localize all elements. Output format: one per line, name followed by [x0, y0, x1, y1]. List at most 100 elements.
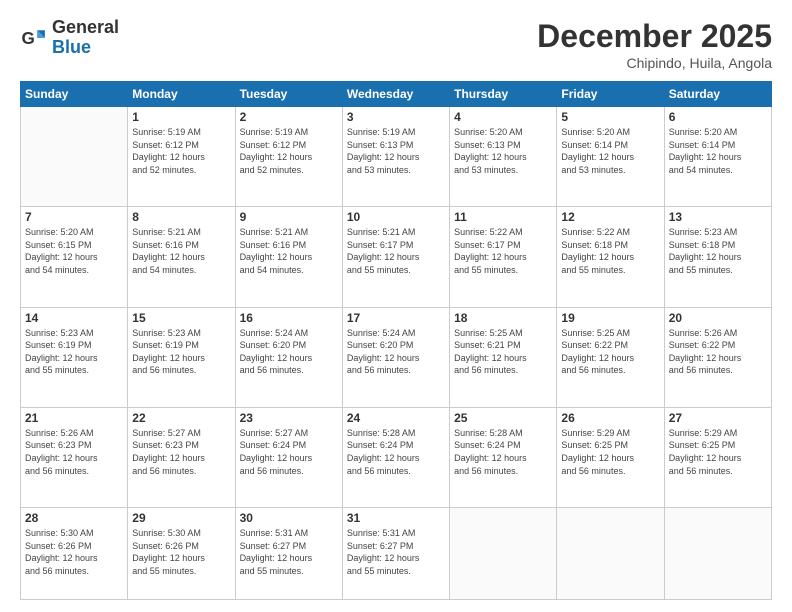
day-info: Sunrise: 5:30 AM Sunset: 6:26 PM Dayligh…	[132, 527, 230, 577]
week-row-1: 1 Sunrise: 5:19 AM Sunset: 6:12 PM Daylig…	[21, 107, 772, 207]
day-number: 7	[25, 210, 123, 224]
day-number: 4	[454, 110, 552, 124]
day-info: Sunrise: 5:31 AM Sunset: 6:27 PM Dayligh…	[347, 527, 445, 577]
day-info: Sunrise: 5:21 AM Sunset: 6:17 PM Dayligh…	[347, 226, 445, 276]
day-cell: 21 Sunrise: 5:26 AM Sunset: 6:23 PM Dayli…	[21, 407, 128, 507]
day-number: 19	[561, 311, 659, 325]
logo-icon: G	[20, 24, 48, 52]
day-number: 21	[25, 411, 123, 425]
day-cell: 3 Sunrise: 5:19 AM Sunset: 6:13 PM Daylig…	[342, 107, 449, 207]
day-info: Sunrise: 5:20 AM Sunset: 6:15 PM Dayligh…	[25, 226, 123, 276]
day-cell: 7 Sunrise: 5:20 AM Sunset: 6:15 PM Daylig…	[21, 207, 128, 307]
day-number: 29	[132, 511, 230, 525]
logo-blue: Blue	[52, 37, 91, 57]
day-cell: 11Sunrise: 5:22 AM Sunset: 6:17 PM Dayli…	[450, 207, 557, 307]
day-number: 12	[561, 210, 659, 224]
day-cell: 17 Sunrise: 5:24 AM Sunset: 6:20 PM Dayli…	[342, 307, 449, 407]
day-info: Sunrise: 5:19 AM Sunset: 6:12 PM Dayligh…	[240, 126, 338, 176]
day-info: Sunrise: 5:22 AM Sunset: 6:18 PM Dayligh…	[561, 226, 659, 276]
day-cell: 19Sunrise: 5:25 AM Sunset: 6:22 PM Dayli…	[557, 307, 664, 407]
day-number: 30	[240, 511, 338, 525]
day-info: Sunrise: 5:19 AM Sunset: 6:12 PM Dayligh…	[132, 126, 230, 176]
day-cell: 20 Sunrise: 5:26 AM Sunset: 6:22 PM Dayli…	[664, 307, 771, 407]
day-number: 2	[240, 110, 338, 124]
day-number: 25	[454, 411, 552, 425]
day-info: Sunrise: 5:23 AM Sunset: 6:19 PM Dayligh…	[132, 327, 230, 377]
day-info: Sunrise: 5:26 AM Sunset: 6:23 PM Dayligh…	[25, 427, 123, 477]
day-cell: 28Sunrise: 5:30 AM Sunset: 6:26 PM Dayli…	[21, 508, 128, 600]
day-info: Sunrise: 5:30 AM Sunset: 6:26 PM Dayligh…	[25, 527, 123, 577]
day-number: 17	[347, 311, 445, 325]
day-info: Sunrise: 5:28 AM Sunset: 6:24 PM Dayligh…	[347, 427, 445, 477]
day-cell: 30Sunrise: 5:31 AM Sunset: 6:27 PM Dayli…	[235, 508, 342, 600]
week-row-5: 28Sunrise: 5:30 AM Sunset: 6:26 PM Dayli…	[21, 508, 772, 600]
day-info: Sunrise: 5:20 AM Sunset: 6:13 PM Dayligh…	[454, 126, 552, 176]
day-number: 11	[454, 210, 552, 224]
day-cell	[21, 107, 128, 207]
day-info: Sunrise: 5:25 AM Sunset: 6:21 PM Dayligh…	[454, 327, 552, 377]
title-block: December 2025 Chipindo, Huila, Angola	[537, 18, 772, 71]
day-cell: 14 Sunrise: 5:23 AM Sunset: 6:19 PM Dayli…	[21, 307, 128, 407]
day-info: Sunrise: 5:28 AM Sunset: 6:24 PM Dayligh…	[454, 427, 552, 477]
day-cell	[450, 508, 557, 600]
day-cell: 31Sunrise: 5:31 AM Sunset: 6:27 PM Dayli…	[342, 508, 449, 600]
day-number: 16	[240, 311, 338, 325]
day-number: 14	[25, 311, 123, 325]
week-row-4: 21 Sunrise: 5:26 AM Sunset: 6:23 PM Dayli…	[21, 407, 772, 507]
week-row-3: 14 Sunrise: 5:23 AM Sunset: 6:19 PM Dayli…	[21, 307, 772, 407]
day-number: 1	[132, 110, 230, 124]
day-cell: 27Sunrise: 5:29 AM Sunset: 6:25 PM Dayli…	[664, 407, 771, 507]
day-cell: 18 Sunrise: 5:25 AM Sunset: 6:21 PM Dayli…	[450, 307, 557, 407]
day-info: Sunrise: 5:26 AM Sunset: 6:22 PM Dayligh…	[669, 327, 767, 377]
day-info: Sunrise: 5:24 AM Sunset: 6:20 PM Dayligh…	[347, 327, 445, 377]
day-info: Sunrise: 5:20 AM Sunset: 6:14 PM Dayligh…	[669, 126, 767, 176]
logo-general: General	[52, 17, 119, 37]
day-number: 8	[132, 210, 230, 224]
day-info: Sunrise: 5:23 AM Sunset: 6:19 PM Dayligh…	[25, 327, 123, 377]
day-info: Sunrise: 5:19 AM Sunset: 6:13 PM Dayligh…	[347, 126, 445, 176]
col-header-saturday: Saturday	[664, 82, 771, 107]
day-info: Sunrise: 5:27 AM Sunset: 6:24 PM Dayligh…	[240, 427, 338, 477]
day-info: Sunrise: 5:21 AM Sunset: 6:16 PM Dayligh…	[240, 226, 338, 276]
day-number: 15	[132, 311, 230, 325]
day-number: 26	[561, 411, 659, 425]
day-cell: 22Sunrise: 5:27 AM Sunset: 6:23 PM Dayli…	[128, 407, 235, 507]
day-number: 3	[347, 110, 445, 124]
day-number: 23	[240, 411, 338, 425]
day-cell: 29 Sunrise: 5:30 AM Sunset: 6:26 PM Dayli…	[128, 508, 235, 600]
day-number: 20	[669, 311, 767, 325]
svg-text:G: G	[22, 29, 35, 48]
day-cell: 24 Sunrise: 5:28 AM Sunset: 6:24 PM Dayli…	[342, 407, 449, 507]
day-number: 27	[669, 411, 767, 425]
day-info: Sunrise: 5:23 AM Sunset: 6:18 PM Dayligh…	[669, 226, 767, 276]
col-header-sunday: Sunday	[21, 82, 128, 107]
col-header-wednesday: Wednesday	[342, 82, 449, 107]
week-row-2: 7 Sunrise: 5:20 AM Sunset: 6:15 PM Daylig…	[21, 207, 772, 307]
day-cell: 6Sunrise: 5:20 AM Sunset: 6:14 PM Daylig…	[664, 107, 771, 207]
day-number: 13	[669, 210, 767, 224]
month-title: December 2025	[537, 18, 772, 55]
day-number: 9	[240, 210, 338, 224]
header: G General Blue December 2025 Chipindo, H…	[20, 18, 772, 71]
day-cell: 13 Sunrise: 5:23 AM Sunset: 6:18 PM Dayli…	[664, 207, 771, 307]
day-info: Sunrise: 5:27 AM Sunset: 6:23 PM Dayligh…	[132, 427, 230, 477]
day-info: Sunrise: 5:24 AM Sunset: 6:20 PM Dayligh…	[240, 327, 338, 377]
page: G General Blue December 2025 Chipindo, H…	[0, 0, 792, 612]
day-cell: 1 Sunrise: 5:19 AM Sunset: 6:12 PM Daylig…	[128, 107, 235, 207]
col-header-monday: Monday	[128, 82, 235, 107]
day-cell: 12 Sunrise: 5:22 AM Sunset: 6:18 PM Dayli…	[557, 207, 664, 307]
calendar-table: SundayMondayTuesdayWednesdayThursdayFrid…	[20, 81, 772, 600]
day-cell: 5 Sunrise: 5:20 AM Sunset: 6:14 PM Daylig…	[557, 107, 664, 207]
header-row: SundayMondayTuesdayWednesdayThursdayFrid…	[21, 82, 772, 107]
day-cell: 15 Sunrise: 5:23 AM Sunset: 6:19 PM Dayli…	[128, 307, 235, 407]
day-number: 5	[561, 110, 659, 124]
day-number: 24	[347, 411, 445, 425]
day-cell: 25 Sunrise: 5:28 AM Sunset: 6:24 PM Dayli…	[450, 407, 557, 507]
day-cell: 2 Sunrise: 5:19 AM Sunset: 6:12 PM Daylig…	[235, 107, 342, 207]
day-number: 10	[347, 210, 445, 224]
col-header-thursday: Thursday	[450, 82, 557, 107]
logo-text: General Blue	[52, 18, 119, 58]
day-cell: 16 Sunrise: 5:24 AM Sunset: 6:20 PM Dayli…	[235, 307, 342, 407]
day-info: Sunrise: 5:20 AM Sunset: 6:14 PM Dayligh…	[561, 126, 659, 176]
day-number: 18	[454, 311, 552, 325]
